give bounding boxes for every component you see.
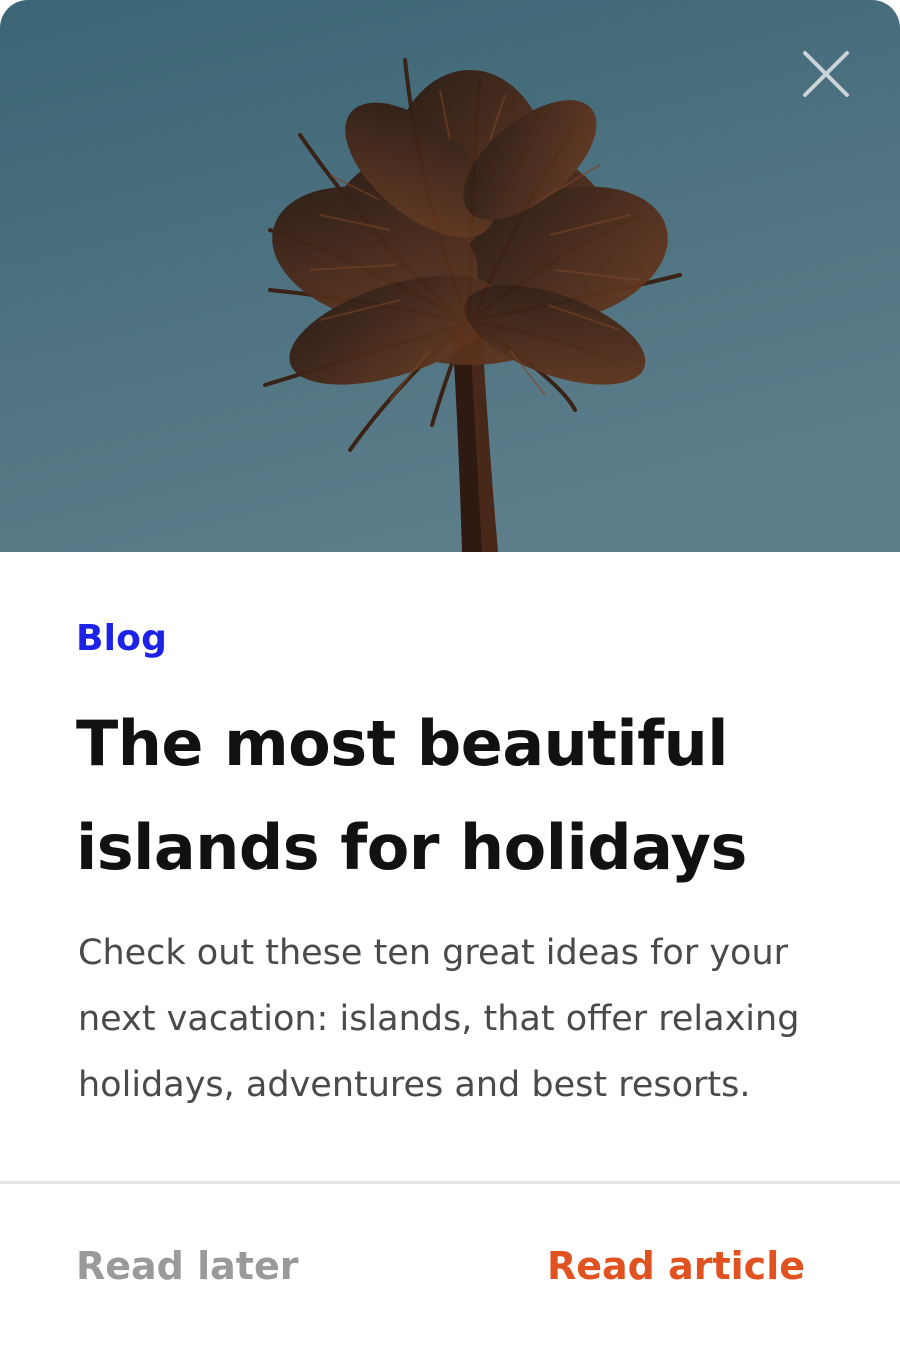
palm-tree-image xyxy=(0,0,900,552)
category-label[interactable]: Blog xyxy=(76,618,167,659)
card-description: Check out these ten great ideas for your… xyxy=(78,933,800,1105)
read-later-button[interactable]: Read later xyxy=(76,1244,298,1288)
divider xyxy=(0,1181,900,1184)
close-button[interactable] xyxy=(798,46,854,102)
blog-card: Blog The most beautiful islands for holi… xyxy=(0,0,900,1362)
read-article-button[interactable]: Read article xyxy=(547,1244,805,1288)
hero-image xyxy=(0,0,900,552)
close-icon xyxy=(803,51,849,97)
card-title: The most beautiful islands for holidays xyxy=(76,707,747,884)
